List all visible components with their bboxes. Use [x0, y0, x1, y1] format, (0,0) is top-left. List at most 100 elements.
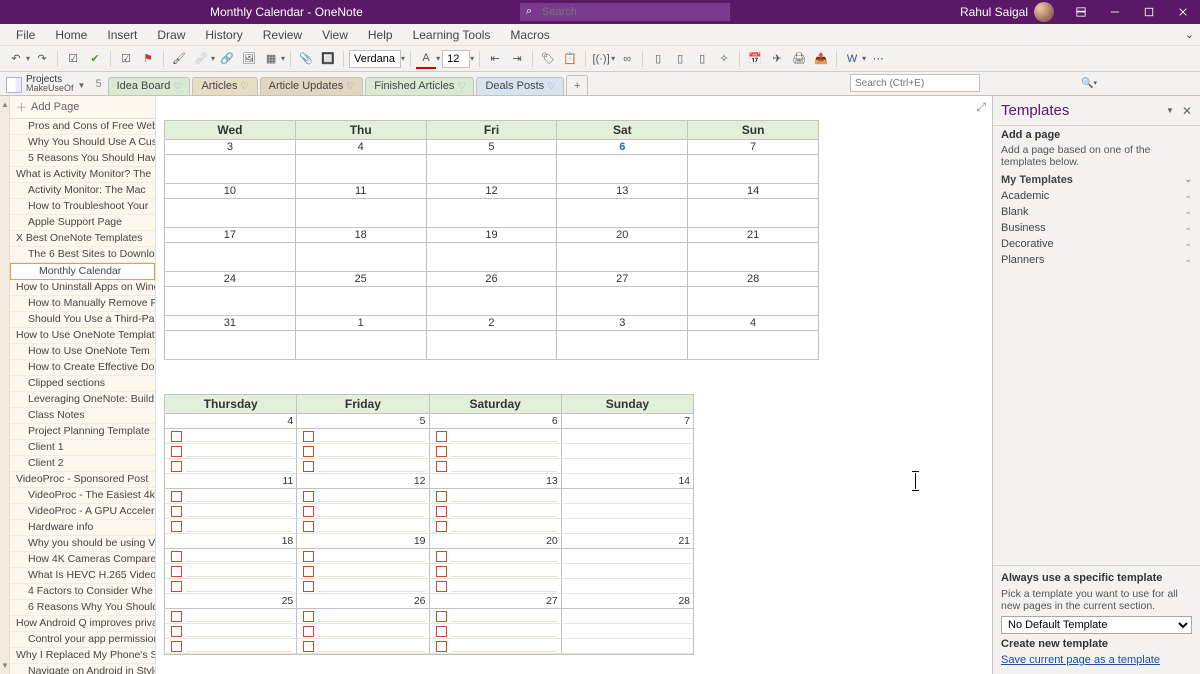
page-item[interactable]: The 6 Best Sites to Download	[10, 247, 155, 263]
page-item[interactable]: 4 Factors to Consider Whe	[10, 584, 155, 600]
task-checkbox[interactable]	[303, 521, 314, 532]
print-icon[interactable]: 🖨	[789, 49, 809, 69]
cal2-task-cell[interactable]	[562, 429, 693, 444]
dock-bottom-icon[interactable]: ▯	[692, 49, 712, 69]
menu-history[interactable]: History	[195, 28, 252, 42]
page-item[interactable]: What Is HEVC H.265 Video,	[10, 568, 155, 584]
page-item[interactable]: Should You Use a Third-Party	[10, 312, 155, 328]
cal-body-cell[interactable]	[427, 243, 558, 271]
cal2-date-cell[interactable]: 20	[430, 534, 562, 549]
task-checkbox[interactable]	[171, 491, 182, 502]
menu-file[interactable]: File	[6, 28, 45, 42]
page-item[interactable]: How 4K Cameras Compare	[10, 552, 155, 568]
cal-body-cell[interactable]	[688, 155, 818, 183]
cal2-date-cell[interactable]: 11	[165, 474, 297, 489]
menu-draw[interactable]: Draw	[147, 28, 195, 42]
pin-icon[interactable]: ✧	[714, 49, 734, 69]
section-tab-article-updates[interactable]: Article Updates♡	[260, 77, 364, 95]
cal-body-cell[interactable]	[688, 287, 818, 315]
cal2-task-cell[interactable]	[430, 564, 562, 579]
cal-date-cell[interactable]: 3	[557, 316, 688, 330]
cal2-task-cell[interactable]	[165, 624, 297, 639]
cal-body-cell[interactable]	[557, 199, 688, 227]
task-checkbox[interactable]	[171, 446, 182, 457]
task-checkbox[interactable]	[303, 641, 314, 652]
task-checkbox[interactable]	[303, 566, 314, 577]
cal2-task-cell[interactable]	[165, 639, 297, 654]
template-category-decorative[interactable]: Decorative⌄	[993, 236, 1200, 252]
cal2-task-cell[interactable]	[297, 609, 429, 624]
page-item[interactable]: How Android Q improves privacy	[10, 616, 155, 632]
cal2-task-cell[interactable]	[297, 519, 429, 534]
cal2-task-cell[interactable]	[430, 519, 562, 534]
cal-body-cell[interactable]	[427, 287, 558, 315]
cal2-task-cell[interactable]	[562, 579, 693, 594]
template-category-my-templates[interactable]: My Templates⌄	[993, 172, 1200, 188]
task-checkbox[interactable]	[303, 446, 314, 457]
page-item[interactable]: How to Use OneNote Tem	[10, 344, 155, 360]
cal2-task-cell[interactable]	[297, 564, 429, 579]
cal2-date-cell[interactable]: 26	[297, 594, 429, 609]
task-checkbox[interactable]	[171, 461, 182, 472]
page-item[interactable]: Clipped sections	[10, 376, 155, 392]
brackets-icon[interactable]: [(·)]	[591, 49, 611, 69]
task-checkbox[interactable]	[436, 431, 447, 442]
cal-body-cell[interactable]	[165, 331, 296, 359]
format-painter-icon[interactable]: 🖌	[169, 49, 189, 69]
cal2-task-cell[interactable]	[297, 444, 429, 459]
page-item[interactable]: How to Create Effective Do	[10, 360, 155, 376]
cal-date-cell[interactable]: 19	[427, 228, 558, 242]
cal-date-cell[interactable]: 6	[557, 140, 688, 154]
cal2-date-cell[interactable]: 6	[430, 414, 562, 429]
flag-icon[interactable]: ⚑	[138, 49, 158, 69]
task-checkbox[interactable]	[436, 491, 447, 502]
close-button[interactable]	[1166, 0, 1200, 24]
cal2-task-cell[interactable]	[165, 459, 297, 474]
cal-body-cell[interactable]	[165, 155, 296, 183]
cal2-date-cell[interactable]: 19	[297, 534, 429, 549]
link-icon[interactable]: 🔗	[217, 49, 237, 69]
cal2-task-cell[interactable]	[562, 444, 693, 459]
page-item[interactable]: Why I Replaced My Phone's St	[10, 648, 155, 664]
page-item[interactable]: How to Use OneNote Templates:	[10, 328, 155, 344]
table-icon[interactable]: ▦	[261, 49, 281, 69]
task-checkbox[interactable]	[303, 461, 314, 472]
cal-date-cell[interactable]: 1	[296, 316, 427, 330]
cal-body-cell[interactable]	[165, 243, 296, 271]
page-item[interactable]: How to Uninstall Apps on Windo	[10, 280, 155, 296]
cal2-task-cell[interactable]	[430, 504, 562, 519]
page-item[interactable]: Why You Should Use A Custo	[10, 135, 155, 151]
cal-date-cell[interactable]: 28	[688, 272, 818, 286]
page-item[interactable]: Project Planning Template	[10, 424, 155, 440]
cal2-task-cell[interactable]	[165, 564, 297, 579]
cal2-task-cell[interactable]	[165, 429, 297, 444]
checkmark-icon[interactable]: ✔	[85, 49, 105, 69]
menu-review[interactable]: Review	[253, 28, 312, 42]
cal2-date-cell[interactable]: 21	[562, 534, 693, 549]
task-checkbox[interactable]	[436, 446, 447, 457]
close-panel-icon[interactable]: ✕	[1182, 104, 1192, 118]
task-checkbox[interactable]	[436, 551, 447, 562]
cal-body-cell[interactable]	[427, 199, 558, 227]
cal2-date-cell[interactable]: 25	[165, 594, 297, 609]
cal-date-cell[interactable]: 3	[165, 140, 296, 154]
cal-body-cell[interactable]	[296, 199, 427, 227]
page-item[interactable]: VideoProc - The Easiest 4k	[10, 488, 155, 504]
cal2-task-cell[interactable]	[562, 549, 693, 564]
task-checkbox[interactable]	[436, 626, 447, 637]
cal2-date-cell[interactable]: 12	[297, 474, 429, 489]
page-item[interactable]: Class Notes	[10, 408, 155, 424]
page-item[interactable]: Leveraging OneNote: Build	[10, 392, 155, 408]
dock-right-icon[interactable]: ▯	[670, 49, 690, 69]
cal2-date-cell[interactable]: 14	[562, 474, 693, 489]
task-checkbox[interactable]	[303, 611, 314, 622]
cal2-date-cell[interactable]: 7	[562, 414, 693, 429]
menu-home[interactable]: Home	[45, 28, 97, 42]
cal2-date-cell[interactable]: 5	[297, 414, 429, 429]
page-item[interactable]: Activity Monitor: The Mac	[10, 183, 155, 199]
user-account[interactable]: Rahul Saigal	[960, 2, 1054, 22]
page-item[interactable]: How to Troubleshoot Your	[10, 199, 155, 215]
template-category-blank[interactable]: Blank⌄	[993, 204, 1200, 220]
task-checkbox[interactable]	[436, 641, 447, 652]
cal2-task-cell[interactable]	[562, 504, 693, 519]
